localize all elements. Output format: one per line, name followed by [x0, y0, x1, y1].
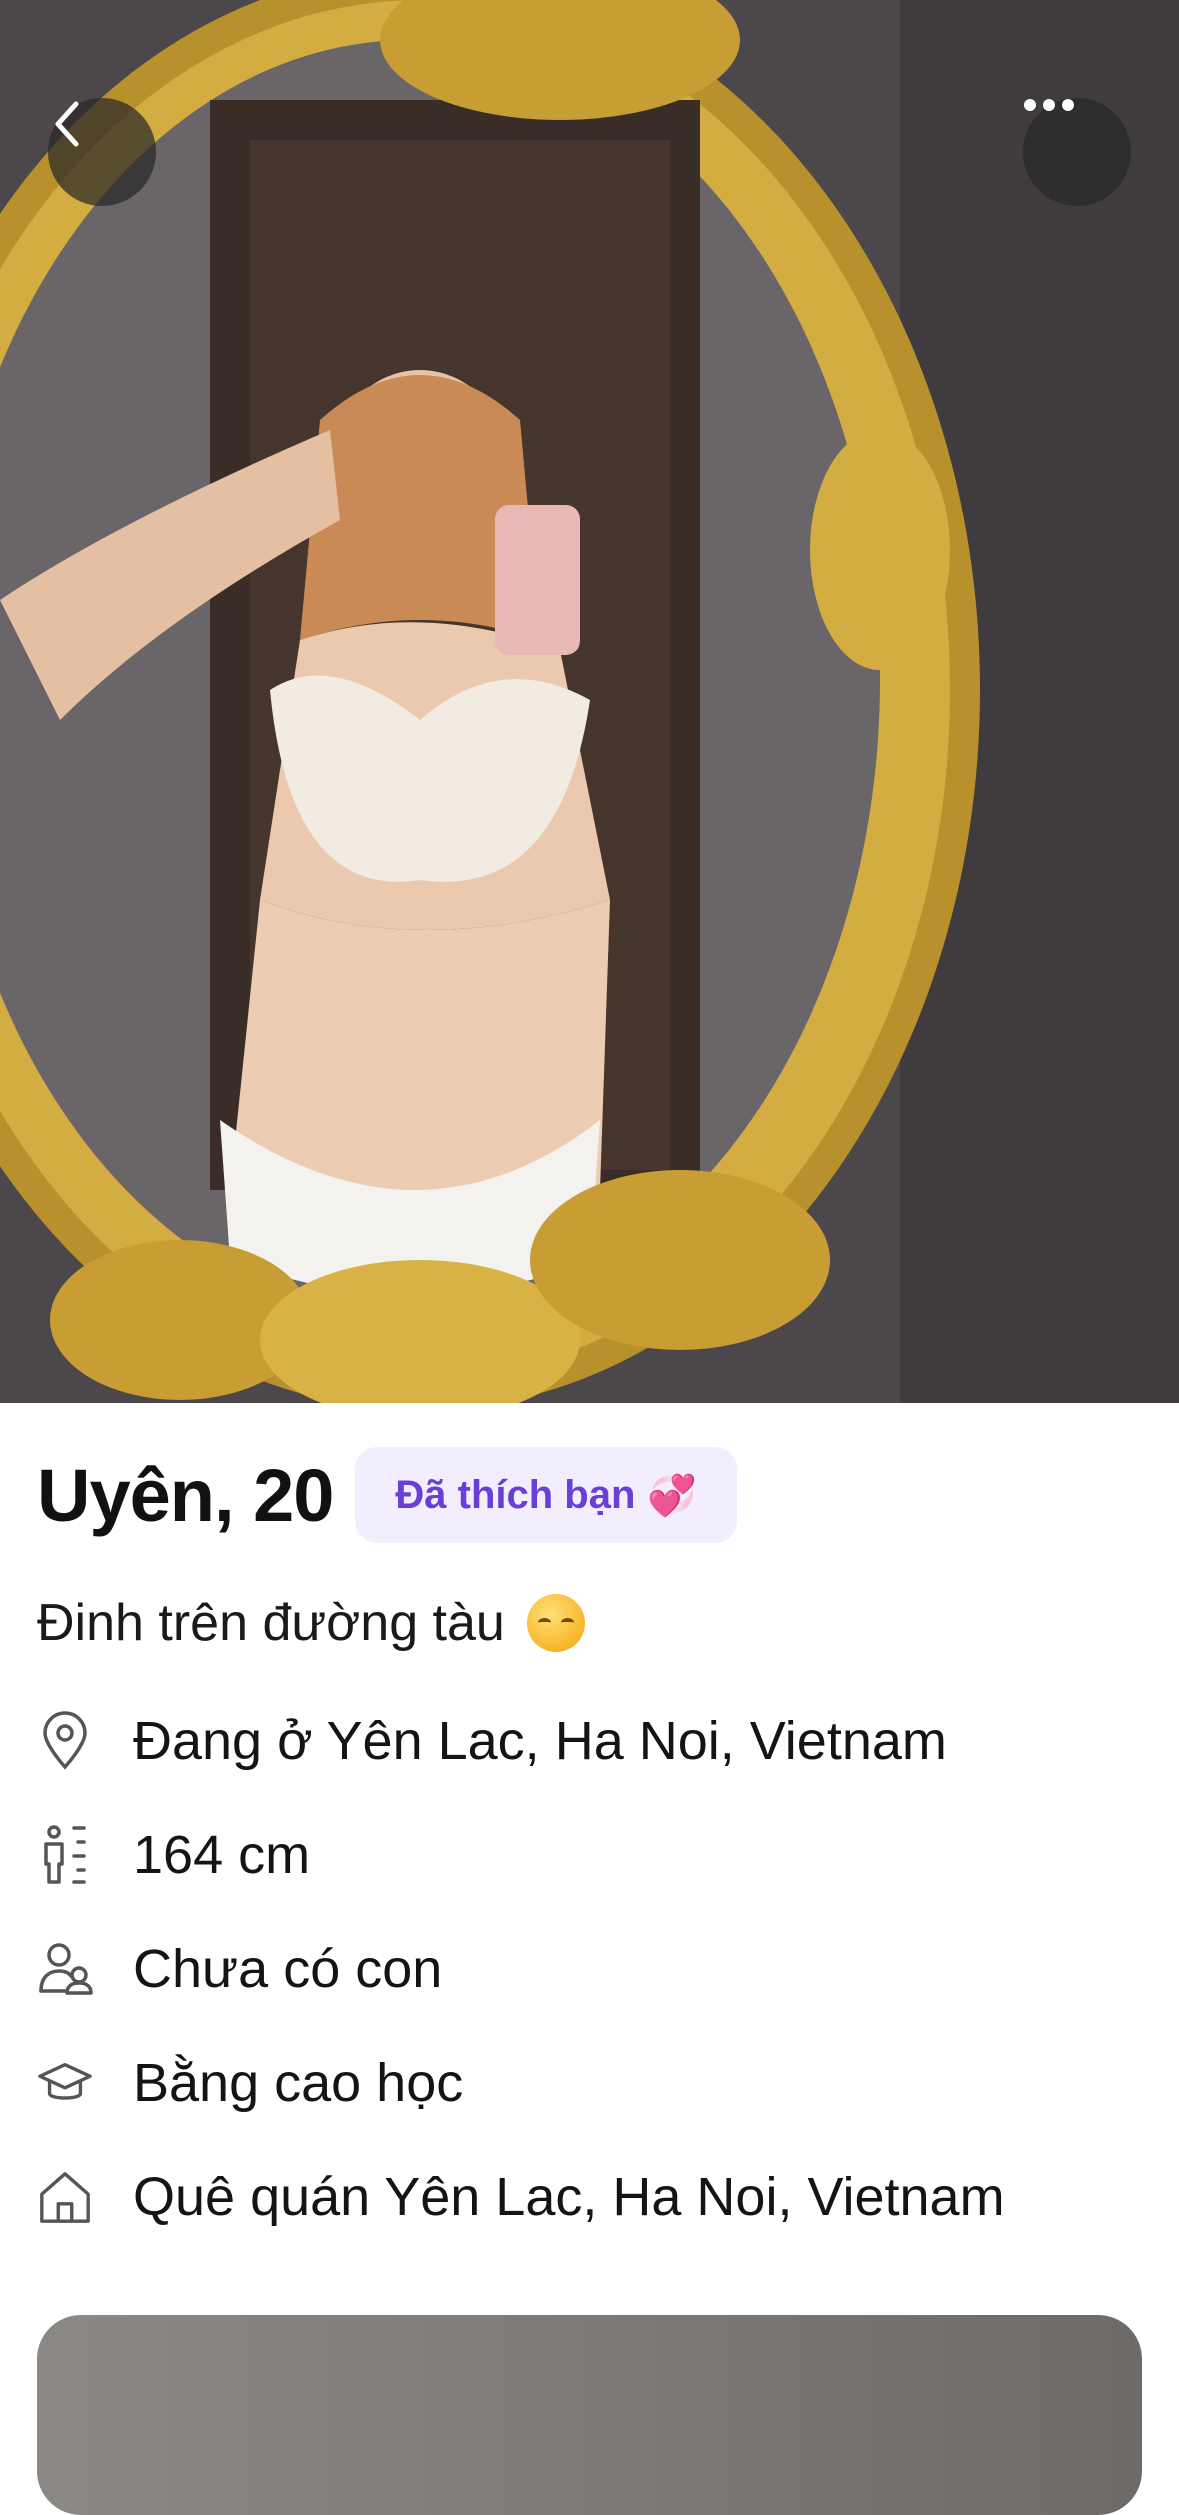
back-button[interactable]: [48, 98, 156, 206]
graduation-cap-icon: [37, 2051, 93, 2115]
detail-hometown: Quê quán Yên Lac, Ha Noi, Vietnam: [37, 2157, 1005, 2237]
liked-you-badge: Đã thích bạn 💞: [355, 1447, 738, 1543]
detail-height: 164 cm: [37, 1815, 310, 1895]
height-icon: [37, 1823, 93, 1887]
profile-bio: Đinh trên đường tàu: [37, 1593, 585, 1653]
profile-photo[interactable]: [0, 0, 1179, 1403]
home-icon: [37, 2165, 93, 2229]
detail-label: Quê quán Yên Lac, Ha Noi, Vietnam: [133, 2167, 1005, 2227]
detail-label: Đang ở Yên Lac, Ha Noi, Vietnam: [133, 1711, 947, 1771]
next-photo-card[interactable]: [37, 2315, 1142, 2515]
profile-name-age: Uyên, 20: [37, 1453, 334, 1537]
hearts-icon: 💞: [647, 1473, 698, 1518]
pensive-face-icon: [526, 1594, 585, 1652]
bio-text: Đinh trên đường tàu: [37, 1594, 505, 1652]
detail-label: 164 cm: [133, 1825, 311, 1885]
location-pin-icon: [37, 1709, 93, 1773]
more-dots-icon: [1024, 99, 1074, 111]
detail-location: Đang ở Yên Lac, Ha Noi, Vietnam: [37, 1701, 947, 1781]
more-options-button[interactable]: [1023, 98, 1131, 206]
detail-label: Chưa có con: [133, 1939, 443, 1999]
photo-illustration: [0, 0, 1179, 1403]
detail-label: Bằng cao học: [133, 2053, 464, 2113]
name-row: Uyên, 20 Đã thích bạn 💞: [37, 1447, 738, 1543]
detail-children: Chưa có con: [37, 1929, 442, 2009]
detail-education: Bằng cao học: [37, 2043, 463, 2123]
liked-you-label: Đã thích bạn: [395, 1472, 636, 1517]
chevron-left-icon: [55, 101, 79, 147]
people-icon: [37, 1937, 93, 2001]
